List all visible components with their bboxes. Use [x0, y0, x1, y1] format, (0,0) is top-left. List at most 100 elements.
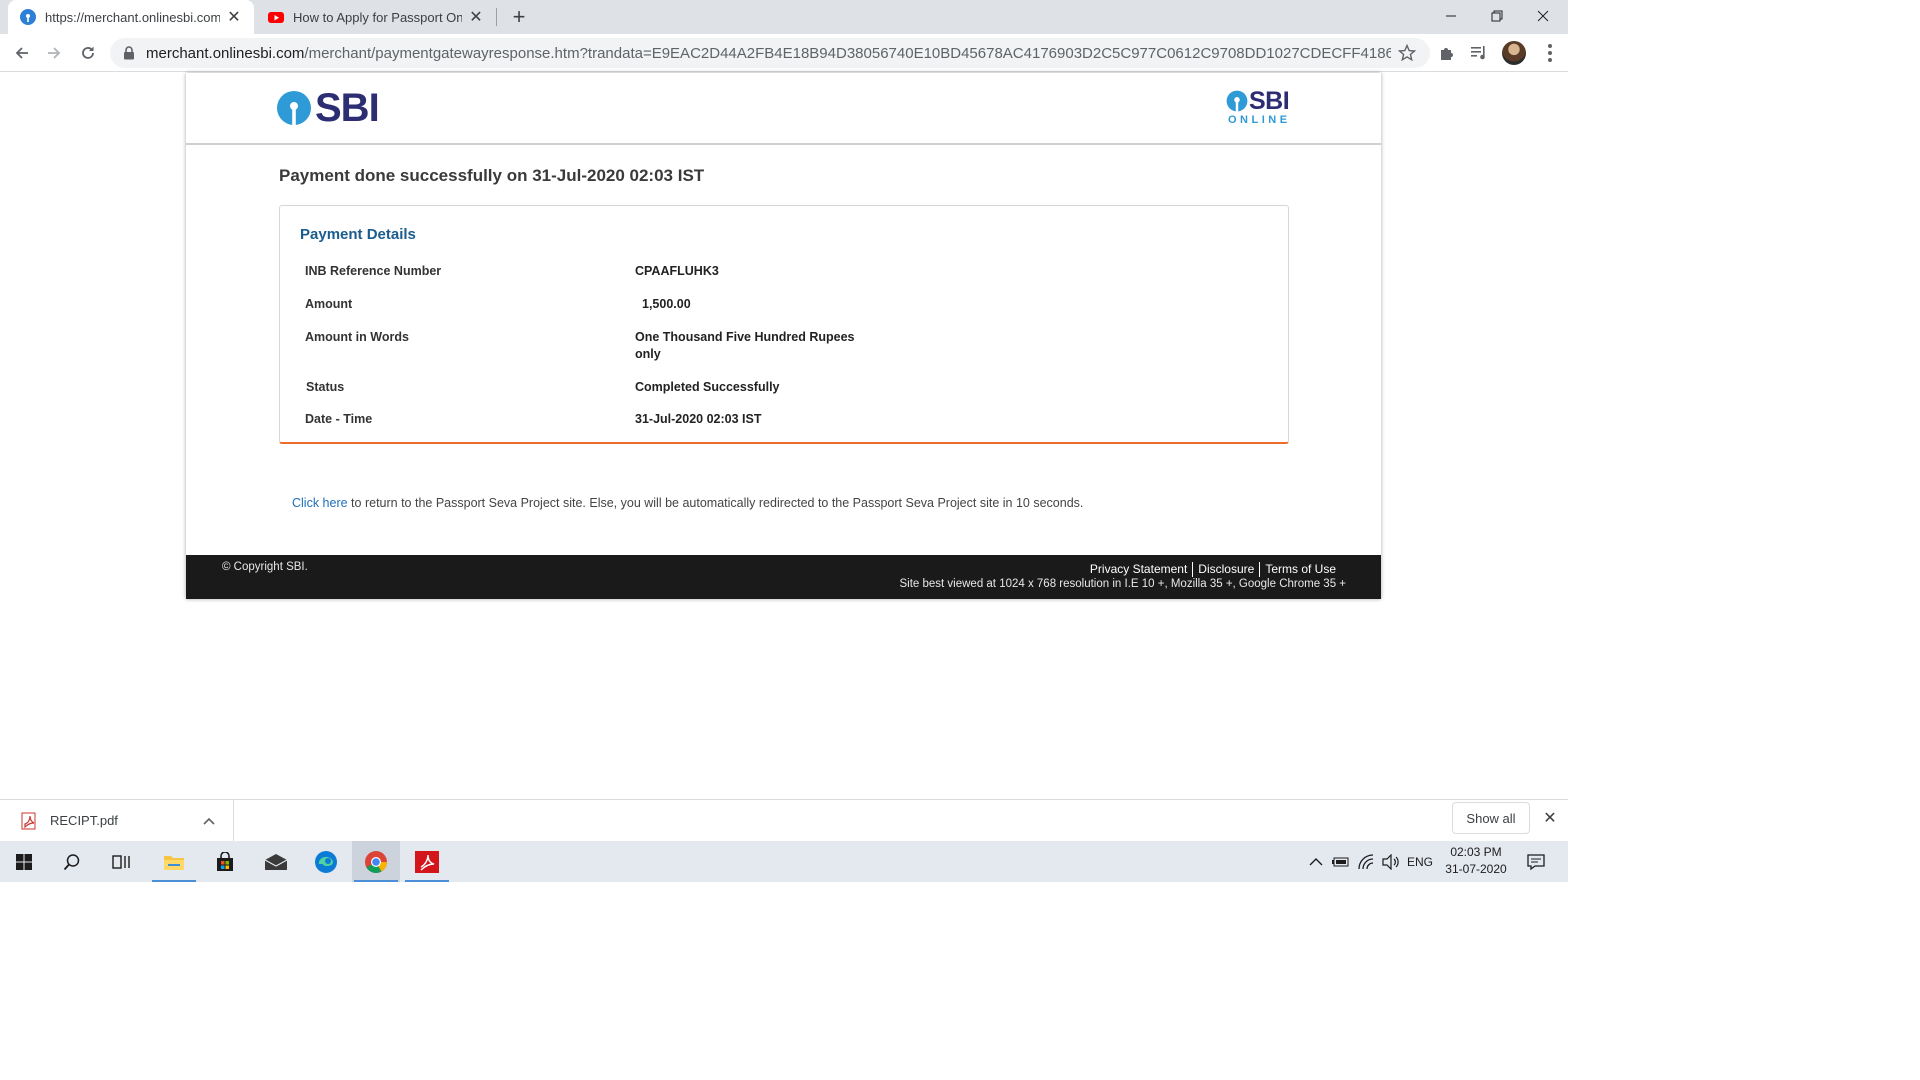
- bookmark-star-icon[interactable]: [1398, 44, 1416, 62]
- windows-taskbar: ENG 02:03 PM 31-07-2020: [0, 841, 1568, 882]
- label-amount-in-words: Amount in Words: [305, 330, 409, 344]
- sbi-keyhole-icon: [277, 91, 311, 125]
- payment-success-heading: Payment done successfully on 31-Jul-2020…: [279, 166, 705, 185]
- footer-links: Privacy Statement Disclosure Terms of Us…: [1085, 562, 1341, 577]
- amount-words-line-1: One Thousand Five Hundred Rupees: [635, 330, 855, 344]
- tab-divider: [496, 8, 497, 26]
- puzzle-icon: [1441, 48, 1453, 60]
- extensions-button[interactable]: [1437, 43, 1457, 63]
- payment-details-title: Payment Details: [300, 226, 416, 243]
- show-all-downloads-button[interactable]: Show all: [1452, 802, 1530, 834]
- chrome-icon: [365, 850, 387, 873]
- reload-button[interactable]: [74, 39, 102, 67]
- chrome-menu-button[interactable]: [1540, 43, 1560, 63]
- taskbar-search-button[interactable]: [48, 841, 96, 882]
- restore-icon: [1491, 10, 1503, 22]
- clock-time: 02:03 PM: [1450, 845, 1502, 859]
- speaker-icon: [1382, 853, 1399, 870]
- microsoft-store-taskbar-button[interactable]: [201, 841, 249, 882]
- input-language-indicator[interactable]: ENG: [1404, 841, 1436, 882]
- tab-youtube-passport[interactable]: How to Apply for Passport Online ✕: [256, 0, 496, 34]
- forward-button[interactable]: [40, 39, 68, 67]
- windows-start-button[interactable]: [0, 841, 48, 882]
- volume-button[interactable]: [1380, 841, 1402, 882]
- url-path: /merchant/paymentgatewayresponse.htm?tra…: [304, 44, 1391, 62]
- minimize-button[interactable]: [1428, 0, 1474, 32]
- sbi-online-word: SBI: [1249, 87, 1290, 115]
- acrobat-reader-icon: [415, 850, 439, 873]
- close-tab-icon[interactable]: ✕: [466, 7, 486, 27]
- browser-toolbar: merchant.onlinesbi.com/merchant/paymentg…: [0, 34, 1568, 72]
- search-icon: [63, 853, 80, 870]
- sbi-header: SBI SBI ONLINE: [186, 73, 1381, 145]
- value-status: Completed Successfully: [635, 380, 780, 394]
- sbi-footer: © Copyright SBI. Privacy Statement Discl…: [186, 555, 1381, 599]
- url-text[interactable]: merchant.onlinesbi.com/merchant/paymentg…: [146, 45, 1391, 62]
- edge-taskbar-button[interactable]: [302, 841, 350, 882]
- youtube-icon: [268, 12, 284, 23]
- new-tab-button[interactable]: +: [507, 4, 531, 29]
- playlist-music-icon: [1471, 46, 1485, 60]
- network-button[interactable]: [1356, 841, 1378, 882]
- chevron-up-icon[interactable]: [201, 813, 217, 829]
- back-button[interactable]: [8, 39, 36, 67]
- pdf-file-icon: [21, 812, 36, 829]
- redirect-notice: Click here to return to the Passport Sev…: [292, 496, 1083, 510]
- chrome-taskbar-button[interactable]: [352, 841, 400, 882]
- sbi-logo: SBI: [276, 88, 380, 128]
- browser-tab-strip: https://merchant.onlinesbi.com/merchant/…: [0, 0, 1568, 34]
- sbi-online-subtitle: ONLINE: [1228, 114, 1291, 126]
- terms-of-use-link[interactable]: Terms of Use: [1260, 562, 1341, 577]
- payment-details-panel: Payment Details INB Reference Number CPA…: [279, 205, 1289, 444]
- url-host: merchant.onlinesbi.com: [146, 44, 305, 62]
- value-amount: 1,500.00: [642, 297, 691, 311]
- amount-words-line-2: only: [635, 347, 661, 361]
- download-item[interactable]: RECIPT.pdf: [0, 800, 234, 841]
- close-tab-icon[interactable]: ✕: [224, 7, 244, 27]
- minimize-icon: [1446, 15, 1456, 17]
- wifi-icon: [1358, 853, 1374, 869]
- profile-avatar[interactable]: [1502, 41, 1526, 65]
- copyright-text: © Copyright SBI.: [222, 561, 308, 573]
- acrobat-taskbar-button[interactable]: [403, 841, 451, 882]
- download-file-name: RECIPT.pdf: [50, 813, 118, 828]
- privacy-statement-link[interactable]: Privacy Statement: [1085, 562, 1192, 577]
- sbi-payment-page: SBI SBI ONLINE Payment done successfully…: [186, 73, 1381, 599]
- sbi-online-keyhole-icon: [1226, 90, 1248, 112]
- task-view-button[interactable]: [98, 841, 146, 882]
- battery-icon: [1332, 857, 1349, 866]
- address-bar[interactable]: merchant.onlinesbi.com/merchant/paymentg…: [110, 38, 1430, 68]
- close-window-button[interactable]: [1520, 0, 1566, 32]
- show-hidden-icons-button[interactable]: [1306, 841, 1326, 882]
- value-amount-in-words: One Thousand Five Hundred Rupees only: [635, 329, 854, 363]
- mail-envelope-icon: [264, 853, 288, 870]
- disclosure-link[interactable]: Disclosure: [1193, 562, 1259, 577]
- value-inb-reference: CPAAFLUHK3: [635, 264, 719, 278]
- file-explorer-taskbar-button[interactable]: [150, 841, 198, 882]
- action-center-button[interactable]: [1522, 841, 1550, 882]
- label-amount: Amount: [305, 297, 353, 311]
- system-clock[interactable]: 02:03 PM 31-07-2020: [1436, 844, 1516, 878]
- click-here-link[interactable]: Click here: [292, 496, 348, 510]
- tab-title: https://merchant.onlinesbi.com/merchant/…: [45, 9, 220, 25]
- tab-title: How to Apply for Passport Online: [293, 9, 462, 25]
- task-view-icon: [112, 854, 130, 869]
- label-inb-reference: INB Reference Number: [305, 264, 442, 278]
- close-window-icon: [1537, 10, 1549, 22]
- mail-taskbar-button[interactable]: [252, 841, 300, 882]
- folder-icon: [164, 855, 184, 870]
- best-viewed-note: Site best viewed at 1024 x 768 resolutio…: [899, 578, 1346, 590]
- sbi-online-logo: SBI ONLINE: [1226, 87, 1292, 126]
- clock-date: 31-07-2020: [1445, 862, 1507, 876]
- battery-button[interactable]: [1330, 841, 1352, 882]
- back-arrow-icon: [15, 47, 28, 59]
- close-download-shelf-icon[interactable]: ✕: [1540, 808, 1560, 828]
- lock-icon[interactable]: [122, 46, 136, 60]
- tab-sbi-merchant[interactable]: https://merchant.onlinesbi.com/merchant/…: [8, 0, 254, 34]
- redirect-text: to return to the Passport Seva Project s…: [347, 496, 1084, 510]
- restore-button[interactable]: [1474, 0, 1520, 32]
- shopping-bag-icon: [217, 851, 233, 871]
- media-controls-button[interactable]: [1469, 43, 1489, 63]
- chevron-up-icon: [1309, 857, 1323, 865]
- page-viewport: SBI SBI ONLINE Payment done successfully…: [0, 73, 1568, 799]
